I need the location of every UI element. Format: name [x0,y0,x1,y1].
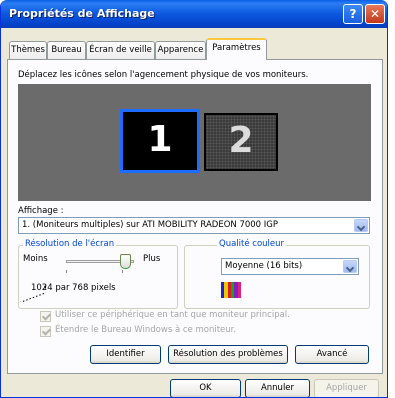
chevron-down-icon[interactable] [354,219,368,232]
tab-strip: Thèmes Bureau Écran de veille Apparence … [1,38,387,60]
tab-desktop[interactable]: Bureau [47,41,86,59]
display-properties-window: Propriétés de Affichage ? ✕ Thèmes Burea… [0,0,388,398]
monitor-2[interactable]: 2 [204,113,278,171]
troubleshoot-button[interactable]: Résolution des problèmes [168,345,288,364]
apply-button[interactable]: Appliquer [314,379,379,397]
monitor-number: 2 [228,120,254,161]
slider-tick [66,270,67,273]
tab-label: Thèmes [11,45,45,55]
advanced-button[interactable]: Avancé [295,345,369,364]
cancel-button[interactable]: Annuler [245,379,310,397]
primary-monitor-label: Utiliser ce périphérique en tant que mon… [55,310,290,320]
close-icon: ✕ [369,7,381,21]
monitor-1[interactable]: 1 [123,112,197,170]
slider-tick [122,270,123,273]
tab-appearance[interactable]: Apparence [155,41,206,59]
monitor-number: 1 [147,119,173,160]
instruction-text: Déplacez les icônes selon l'agencement p… [18,70,309,80]
tab-screensaver[interactable]: Écran de veille [86,41,155,59]
color-quality-dropdown[interactable]: Moyenne (16 bits) [221,258,359,275]
color-quality-group: Qualité couleur Moyenne (16 bits) [184,239,370,309]
extend-desktop-label: Étendre le Bureau Windows à ce moniteur. [55,325,237,335]
tab-label: Paramètres [212,43,261,53]
tab-settings[interactable]: Paramètres [206,38,267,60]
display-dropdown-value: 1. (Moniteurs multiples) sur ATI MOBILIT… [22,220,278,230]
tab-label: Bureau [51,45,82,55]
resolution-legend: Résolution de l'écran [23,239,117,249]
close-button[interactable]: ✕ [365,4,385,24]
chevron-down-icon[interactable] [343,260,357,273]
resolution-less-label: Moins [23,254,48,264]
help-button[interactable]: ? [343,4,363,24]
color-quality-legend: Qualité couleur [217,239,287,249]
checkbox-icon[interactable] [40,326,51,337]
tab-label: Écran de veille [89,45,152,55]
color-palette-icon [221,282,241,298]
slider-ticks [66,270,134,273]
display-dropdown[interactable]: 1. (Moniteurs multiples) sur ATI MOBILIT… [18,217,370,234]
ok-button[interactable]: OK [170,379,241,397]
resolution-slider-thumb[interactable] [120,254,131,269]
resolution-more-label: Plus [143,254,161,264]
tab-label: Apparence [157,45,204,55]
color-quality-value: Moyenne (16 bits) [225,261,303,271]
window-title: Propriétés de Affichage [9,7,155,20]
annotation-arrow-icon [19,285,46,302]
identify-button[interactable]: Identifier [90,345,161,364]
settings-panel: Déplacez les icônes selon l'agencement p… [7,59,383,374]
checkbox-icon[interactable] [40,311,51,322]
tab-themes[interactable]: Thèmes [9,41,47,59]
display-label: Affichage : [18,206,64,216]
help-icon: ? [349,7,357,21]
title-bar[interactable]: Propriétés de Affichage ? ✕ [1,0,387,28]
monitor-arrangement-area[interactable]: 1 2 [18,84,371,201]
